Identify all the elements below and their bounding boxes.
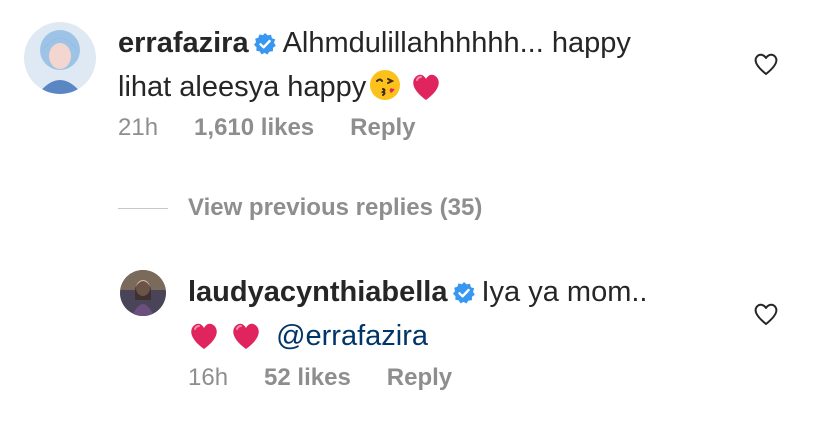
comment-text-line2: lihat aleesya happy: [118, 71, 367, 103]
comment-body: errafazira Alhmdulillahhhhhh... happy lih…: [118, 23, 631, 113]
red-heart-emoji: [410, 72, 442, 113]
reply-button[interactable]: Reply: [350, 114, 415, 141]
view-previous-replies[interactable]: View previous replies (35): [118, 194, 482, 222]
mention-link[interactable]: @errafazira: [276, 320, 428, 352]
divider-line: [118, 207, 168, 209]
comment-text-line1: Iya ya mom..: [481, 276, 648, 308]
verified-badge-icon: [253, 27, 277, 67]
avatar-errafazira[interactable]: [24, 22, 96, 94]
comment-meta: 21h 1,610 likes Reply: [118, 114, 452, 142]
like-comment-button[interactable]: [753, 52, 779, 81]
likes-count-link[interactable]: 1,610 likes: [194, 114, 314, 141]
comment-time: 16h: [188, 364, 229, 391]
username-link[interactable]: errafazira: [118, 27, 249, 59]
verified-badge-icon: [452, 276, 476, 316]
heart-outline-icon: [754, 53, 778, 75]
view-previous-replies-label[interactable]: View previous replies (35): [188, 194, 482, 221]
like-comment-button[interactable]: [753, 302, 779, 331]
comment-text-line1: Alhmdulillahhhhhh... happy: [282, 27, 631, 59]
comment-meta: 16h 52 likes Reply: [188, 364, 488, 392]
username-link[interactable]: laudyacynthiabella: [188, 276, 448, 308]
red-heart-emoji: [188, 321, 220, 362]
likes-count-link[interactable]: 52 likes: [264, 364, 351, 391]
comment-body: laudyacynthiabella Iya ya mom.. @errafazi…: [188, 272, 648, 362]
heart-outline-icon: [754, 303, 778, 325]
reply-button[interactable]: Reply: [387, 364, 452, 391]
red-heart-emoji: [230, 321, 262, 362]
comment-time: 21h: [118, 114, 159, 141]
avatar-laudyacynthiabella[interactable]: [120, 270, 166, 316]
face-blowing-kiss-emoji: [368, 68, 402, 113]
